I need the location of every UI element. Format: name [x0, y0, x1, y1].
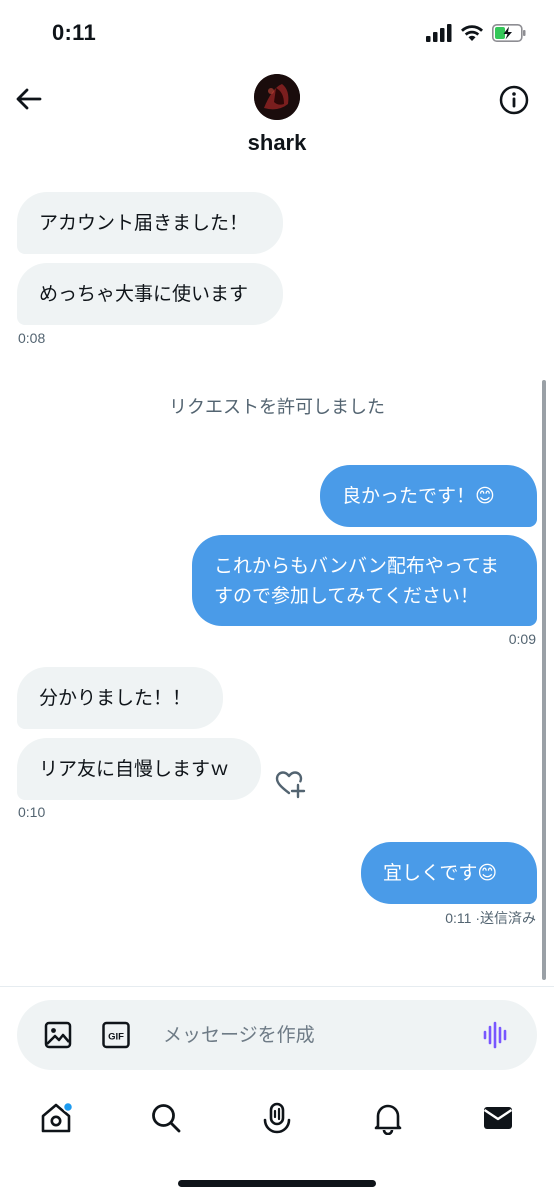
gif-icon: GIF: [102, 1021, 130, 1049]
notification-dot: [62, 1101, 74, 1113]
message-text: アカウント届きました！: [39, 212, 249, 234]
system-message: リクエストを許可しました: [169, 397, 385, 418]
voice-message-button[interactable]: [481, 1020, 511, 1050]
signal-icon: [426, 24, 452, 42]
message-list[interactable]: アカウント届きました！ めっちゃ大事に使います 0:08 リクエストを許可しまし…: [0, 180, 554, 986]
info-button[interactable]: [498, 84, 530, 116]
message-bubble-received[interactable]: アカウント届きました！: [17, 192, 283, 254]
message-text: 宜しくです😊: [383, 862, 498, 884]
tab-spaces[interactable]: [257, 1098, 297, 1138]
message-text: めっちゃ大事に使います: [39, 283, 249, 305]
message-text: 分かりました！！: [39, 687, 192, 709]
message-bubble-received[interactable]: リア友に自慢しますｗ: [17, 738, 261, 800]
back-button[interactable]: [14, 84, 44, 114]
conversation-header: shark: [0, 70, 554, 170]
gif-button[interactable]: GIF: [101, 1020, 131, 1050]
tab-home[interactable]: [36, 1098, 76, 1138]
add-reaction-button[interactable]: [274, 768, 306, 800]
status-icons: [426, 24, 526, 42]
avatar-image: [254, 74, 300, 120]
status-bar: 0:11: [0, 0, 554, 70]
bell-icon: [374, 1104, 402, 1135]
home-indicator: [178, 1180, 376, 1187]
wifi-icon: [461, 25, 483, 41]
search-icon: [152, 1104, 181, 1133]
image-icon: [44, 1021, 72, 1049]
voice-icon: [483, 1021, 507, 1049]
message-timestamp: 0:08: [18, 330, 46, 346]
info-icon: [499, 85, 529, 115]
message-timestamp-sent-status: 0:11 ·送信済み: [445, 910, 536, 926]
heart-add-icon: [275, 771, 306, 799]
message-bubble-received[interactable]: 分かりました！！: [17, 667, 223, 729]
tab-notifications[interactable]: [368, 1098, 408, 1138]
battery-charging-icon: [492, 24, 526, 42]
message-bubble-sent[interactable]: 良かったです！😊: [320, 465, 537, 527]
image-button[interactable]: [43, 1020, 73, 1050]
message-text: 良かったです！😊: [342, 485, 495, 507]
gif-label: GIF: [108, 1032, 124, 1043]
status-time: 0:11: [52, 20, 97, 45]
message-text-line-1: これからもバンバン配布やってま: [214, 554, 500, 577]
contact-name[interactable]: shark: [0, 130, 554, 156]
message-bubble-sent[interactable]: これからもバンバン配布やってま すので参加してみてください！: [192, 535, 537, 626]
scrollbar[interactable]: [542, 380, 546, 980]
composer-divider: [0, 986, 554, 987]
avatar[interactable]: [254, 74, 300, 120]
message-bubble-sent[interactable]: 宜しくです😊: [361, 842, 537, 904]
home-icon: [41, 1101, 74, 1133]
message-text: リア友に自慢しますｗ: [39, 758, 230, 780]
bottom-tab-bar: [0, 1088, 554, 1148]
tab-messages[interactable]: [478, 1098, 518, 1138]
message-timestamp: 0:10: [18, 804, 46, 820]
message-composer: GIF: [17, 1000, 537, 1070]
message-input[interactable]: [163, 1000, 463, 1070]
message-text-line-2: すので参加してみてください！: [214, 584, 479, 607]
message-bubble-received[interactable]: めっちゃ大事に使います: [17, 263, 283, 325]
tab-search[interactable]: [146, 1098, 186, 1138]
spaces-icon: [263, 1102, 291, 1134]
mail-icon: [483, 1107, 513, 1129]
back-arrow-icon: [16, 88, 42, 110]
message-timestamp: 0:09: [508, 631, 536, 647]
